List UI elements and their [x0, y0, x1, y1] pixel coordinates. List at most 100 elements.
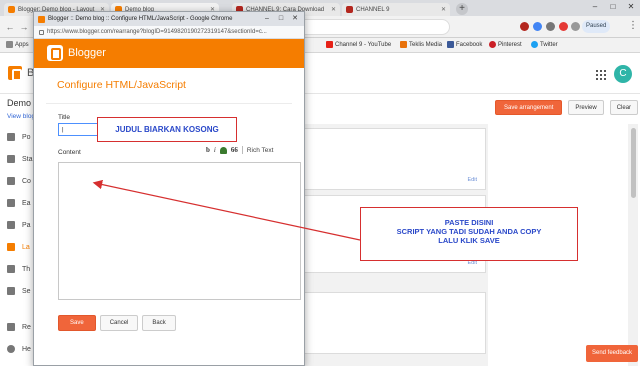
configure-popup-window: Blogger :: Demo blog :: Configure HTML/J…: [33, 11, 305, 366]
comments-icon: [7, 177, 15, 185]
forward-arrow-icon[interactable]: →: [18, 21, 30, 33]
tab-channel9[interactable]: CHANNEL 9 ✕: [342, 3, 450, 16]
help-icon: [7, 345, 15, 353]
youtube-icon: [326, 41, 333, 48]
profile-paused-badge[interactable]: Paused: [582, 20, 611, 33]
toolbar-divider: [241, 146, 243, 154]
sidebar-item-theme[interactable]: Th: [7, 265, 30, 273]
layout-gadget[interactable]: [300, 292, 486, 354]
window-close-icon[interactable]: ✕: [622, 0, 640, 14]
send-feedback-button[interactable]: Send feedback: [586, 345, 639, 362]
bookmark-twitter[interactable]: Twitter: [531, 41, 558, 48]
extension-icon[interactable]: [546, 22, 555, 31]
extension-icon[interactable]: [520, 22, 529, 31]
bookmark-facebook[interactable]: Facebook: [447, 41, 482, 48]
close-icon[interactable]: ✕: [331, 6, 336, 13]
editor-toolbar: b i 66 Rich Text: [206, 146, 273, 154]
popup-url: https://www.blogger.com/rearrange?blogID…: [47, 29, 267, 35]
more-menu-icon[interactable]: ⋮: [628, 20, 638, 31]
bookmark-label: Teklis Media: [409, 41, 443, 48]
sidebar-item-label: Sta: [22, 155, 33, 163]
sidebar-item-pages[interactable]: Pa: [7, 221, 31, 229]
sidebar-item-label: La: [22, 243, 30, 251]
pinterest-icon: [489, 41, 496, 48]
preview-button[interactable]: Preview: [568, 100, 604, 115]
back-button[interactable]: Back: [142, 315, 176, 331]
scrollbar-thumb[interactable]: [631, 128, 636, 198]
blogger-logo-icon[interactable]: [8, 66, 22, 81]
annotation-line: SCRIPT YANG TADI SUDAH ANDA COPY: [396, 227, 542, 236]
quote-button[interactable]: 66: [231, 146, 238, 154]
extension-icon[interactable]: [559, 22, 568, 31]
layout-gadget[interactable]: Edit: [300, 128, 486, 190]
clear-button[interactable]: Clear: [609, 100, 639, 115]
save-arrangement-button[interactable]: Save arrangement: [495, 100, 563, 115]
popup-buttons: Save Cancel Back: [58, 315, 176, 331]
annotation-line: LALU KLIK SAVE: [438, 236, 500, 245]
content-textarea[interactable]: [58, 162, 301, 300]
bookmark-channel9-youtube[interactable]: Channel 9 - YouTube: [326, 41, 391, 48]
twitter-icon: [531, 41, 538, 48]
sidebar-item-earnings[interactable]: Ea: [7, 199, 31, 207]
blogger-favicon-icon: [8, 6, 15, 13]
cancel-button[interactable]: Cancel: [99, 315, 139, 331]
blogger-brand-bar: Blogger: [34, 39, 304, 68]
annotation-title-note: JUDUL BIARKAN KOSONG: [97, 117, 237, 142]
bookmark-apps[interactable]: Apps: [6, 41, 29, 48]
minimize-icon[interactable]: –: [586, 0, 604, 14]
minimize-icon[interactable]: –: [260, 12, 274, 26]
sidebar-item-label: Po: [22, 133, 31, 141]
sidebar-item-comments[interactable]: Co: [7, 177, 31, 185]
maximize-icon[interactable]: □: [274, 12, 288, 26]
sidebar-item-stats[interactable]: Sta: [7, 155, 33, 163]
window-close-icon[interactable]: ✕: [288, 12, 302, 26]
blogger-favicon-icon: [38, 15, 45, 23]
extension-icon[interactable]: [533, 22, 542, 31]
sidebar-item-label: Pa: [22, 221, 31, 229]
sidebar-item-label: Co: [22, 177, 31, 185]
close-icon[interactable]: ✕: [441, 6, 446, 13]
bookmark-pinterest[interactable]: Pinterest: [489, 41, 522, 48]
save-button[interactable]: Save: [58, 315, 96, 331]
sidebar-item-reading-list[interactable]: Re: [7, 323, 31, 331]
bold-button[interactable]: b: [206, 146, 210, 154]
avatar[interactable]: C: [614, 65, 632, 83]
back-arrow-icon[interactable]: ←: [4, 21, 16, 33]
new-tab-button[interactable]: +: [456, 3, 468, 15]
extension-icon[interactable]: [571, 22, 580, 31]
google-apps-icon[interactable]: [596, 70, 606, 80]
dollar-icon: [7, 199, 15, 207]
edit-link[interactable]: Edit: [468, 177, 477, 183]
bookmark-label: Channel 9 - YouTube: [335, 41, 392, 48]
sidebar-item-layout[interactable]: La: [7, 243, 30, 251]
blogger-logo-icon: [47, 45, 63, 61]
insert-image-icon[interactable]: [219, 146, 227, 154]
layout-icon: [7, 243, 15, 251]
content-label: Content: [58, 149, 81, 156]
italic-button[interactable]: i: [214, 146, 216, 154]
sidebar-item-settings[interactable]: Se: [7, 287, 31, 295]
pages-icon: [7, 221, 15, 229]
view-blog-link[interactable]: View blog: [7, 113, 35, 120]
annotation-line: PASTE DISINI: [444, 218, 494, 227]
stats-icon: [7, 155, 15, 163]
bookmark-label: Facebook: [456, 41, 483, 48]
bookmark-teklis-media[interactable]: Teklis Media: [400, 41, 442, 48]
sidebar-item-label: Re: [22, 323, 31, 331]
gear-icon: [7, 287, 15, 295]
sidebar-item-label: Ea: [22, 199, 31, 207]
posts-icon: [7, 133, 15, 141]
sidebar-item-help[interactable]: He: [7, 345, 31, 353]
teklis-icon: [400, 41, 407, 48]
sidebar-item-posts[interactable]: Po: [7, 133, 31, 141]
popup-window-title: Blogger :: Demo blog :: Configure HTML/J…: [48, 16, 233, 22]
layout-actions: Save arrangement Preview Clear: [495, 100, 639, 115]
apps-grid-icon: [6, 41, 13, 48]
rich-text-link[interactable]: Rich Text: [247, 147, 274, 154]
paint-roller-icon: [7, 265, 15, 273]
maximize-icon[interactable]: □: [604, 0, 622, 14]
tab-title: CHANNEL 9: [356, 6, 390, 13]
bookmark-label: Apps: [15, 41, 29, 48]
popup-url-bar[interactable]: https://www.blogger.com/rearrange?blogID…: [34, 26, 304, 39]
bookmark-label: Twitter: [540, 41, 558, 48]
